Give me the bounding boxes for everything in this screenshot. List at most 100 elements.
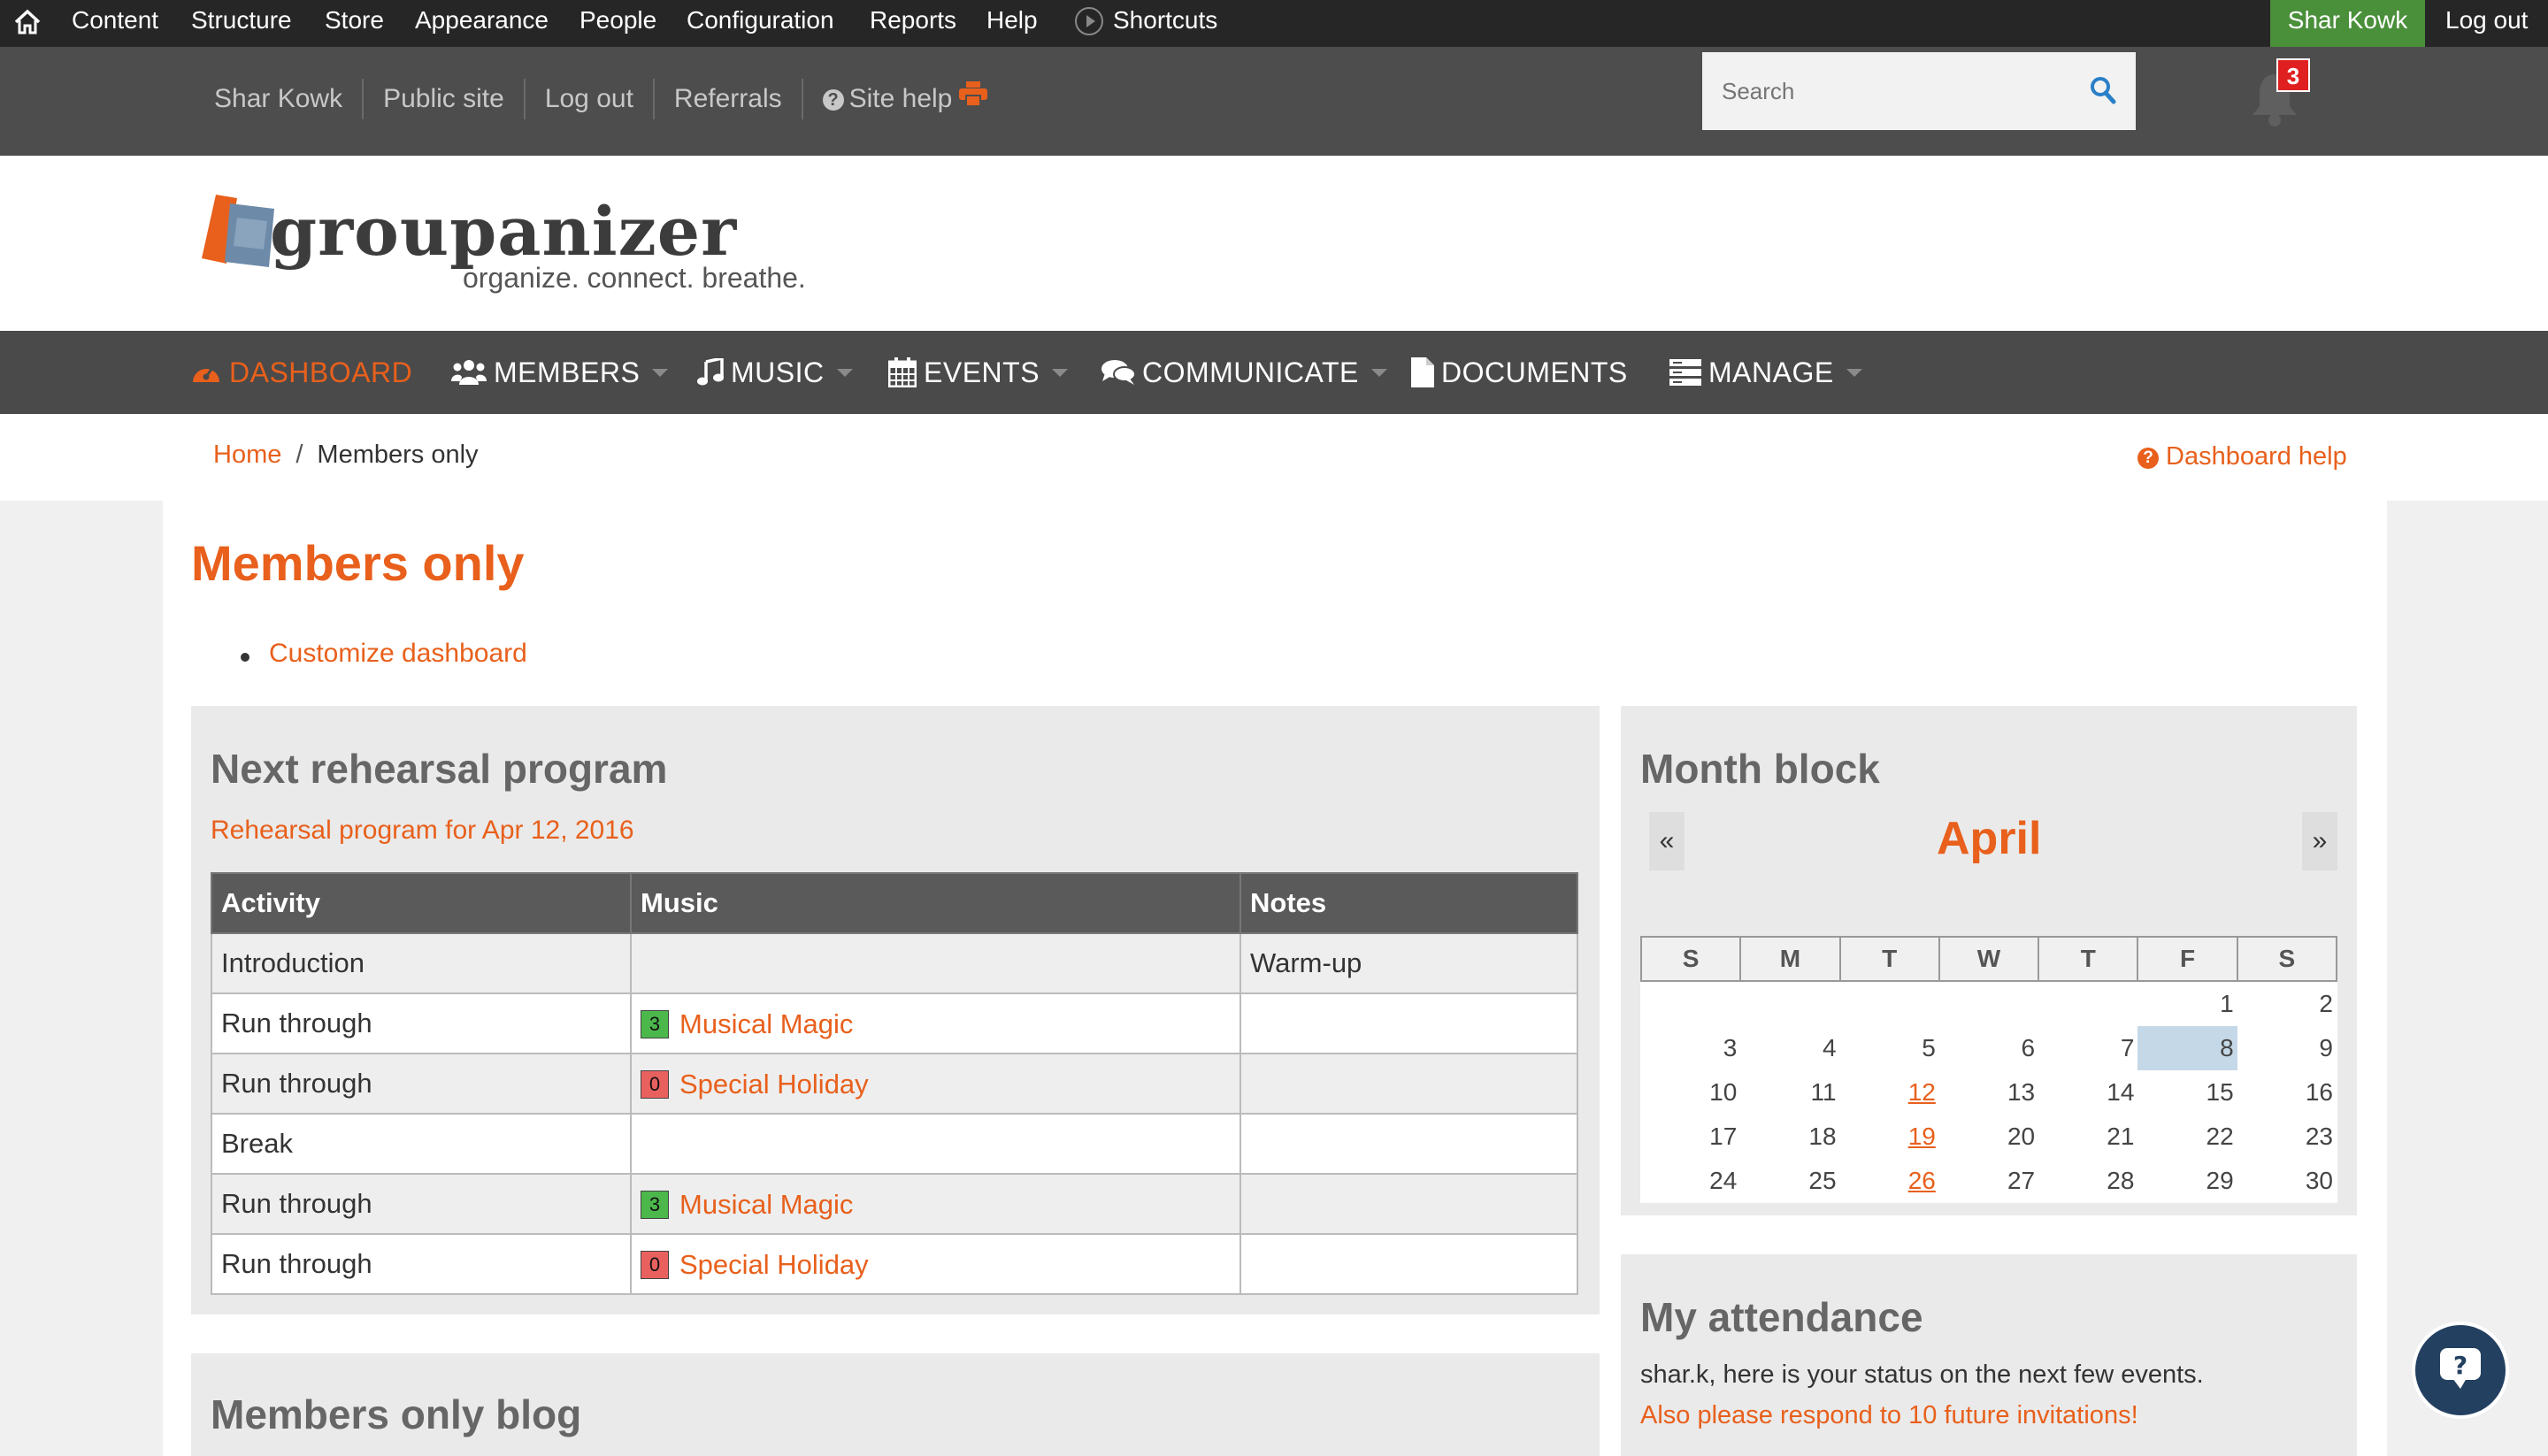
calendar-day: 21 [2107,1123,2135,1150]
calendar-week: 10 11 12 13 14 15 16 [1641,1070,2337,1115]
help-circle-icon: ? [822,89,844,111]
breadcrumb-bar: Home / Members only ? Dashboard help [0,414,2548,501]
calendar-week: 17 18 19 20 21 22 23 [1641,1115,2337,1159]
calendar-day-event-link[interactable]: 19 [1840,1115,1939,1159]
user-profile-link[interactable]: Shar Kowk [214,79,362,119]
public-site-link[interactable]: Public site [362,79,524,119]
nav-manage[interactable]: MANAGE [1669,331,1862,414]
svg-text:?: ? [2453,1351,2467,1380]
admin-menu-content[interactable]: Content [72,6,158,34]
nav-dashboard[interactable]: DASHBOARD [190,331,412,414]
music-cell: 0 Special Holiday [630,1233,1241,1295]
activity-cell: Run through [211,1233,632,1295]
nav-events-label: EVENTS [924,356,1040,388]
blog-block-title: Members only blog [211,1391,582,1437]
column-header-notes: Notes [1239,872,1578,934]
attendance-block-title: My attendance [1640,1294,1923,1340]
admin-menu-help[interactable]: Help [986,6,1038,34]
rehearsal-program-link[interactable]: Rehearsal program for Apr 12, 2016 [211,816,634,846]
calendar-prev-button[interactable]: « [1649,812,1685,870]
breadcrumb-home-link[interactable]: Home [213,441,281,469]
admin-menu-reports[interactable]: Reports [870,6,956,34]
column-header-music: Music [630,872,1241,934]
column-header-activity: Activity [211,872,632,934]
admin-menu-shortcuts[interactable]: Shortcuts [1113,6,1217,34]
admin-toolbar: Content Structure Store Appearance Peopl… [0,0,2548,47]
site-help-link[interactable]: ? Site help [801,79,972,119]
calendar-day-event-link[interactable]: 26 [1840,1159,1939,1203]
calendar-day [1840,981,1939,1026]
nav-music-label: MUSIC [731,356,825,388]
calendar-day: 23 [2305,1123,2333,1150]
calendar-day-today: 8 [2137,1026,2237,1070]
breadcrumb-separator: / [295,441,303,469]
bullet [241,653,249,662]
weekday-header: T [1838,936,1940,982]
activity-cell: Run through [211,992,632,1054]
music-cell: 3 Musical Magic [630,1173,1241,1235]
chevron-down-icon [1370,368,1387,377]
calendar-day: 9 [2319,1034,2333,1061]
music-link[interactable]: Special Holiday [679,1249,869,1280]
help-circle-icon: ? [2137,448,2159,469]
admin-logout-link[interactable]: Log out [2445,6,2528,34]
chevron-down-icon [652,368,669,377]
dashboard-help-link[interactable]: ? Dashboard help [2137,442,2347,471]
calendar-week: 1 2 [1641,981,2337,1026]
weekday-header: T [2038,936,2139,982]
calendar-day: 18 [1808,1123,1837,1150]
logout-link[interactable]: Log out [523,79,653,119]
nav-events[interactable]: EVENTS [888,331,1069,414]
groupanizer-logo-mark[interactable] [202,195,276,269]
calendar-day: 2 [2319,990,2333,1017]
calendar-day [2038,981,2137,1026]
notes-cell: Warm-up [1239,932,1578,994]
help-chat-button[interactable]: ? [2412,1322,2509,1419]
home-icon[interactable] [12,7,42,37]
chat-bubbles-icon [1101,360,1135,385]
print-icon[interactable] [959,81,987,106]
search-icon[interactable] [2090,76,2116,104]
music-cell [630,932,1241,994]
nav-communicate[interactable]: COMMUNICATE [1101,331,1387,414]
calendar-day [1939,981,2038,1026]
weekday-header: F [2137,936,2238,982]
calendar-day: 27 [2007,1167,2036,1194]
table-row: Run through 0 Special Holiday [211,1053,1578,1115]
activity-cell: Break [211,1113,632,1175]
calendar-day: 30 [2305,1167,2333,1194]
customize-dashboard-link[interactable]: Customize dashboard [269,639,527,669]
referrals-link[interactable]: Referrals [652,79,802,119]
music-link[interactable]: Special Holiday [679,1069,869,1100]
respond-invitations-link[interactable]: Also please respond to 10 future invitat… [1640,1401,2138,1430]
music-link[interactable]: Musical Magic [679,1189,853,1220]
calendar-day-event-link[interactable]: 12 [1840,1070,1939,1115]
admin-menu-appearance[interactable]: Appearance [415,6,549,34]
calendar-day: 25 [1808,1167,1837,1194]
notification-count-badge[interactable]: 3 [2276,58,2310,92]
rehearsal-table: Activity Music Notes Introduction Warm-u… [211,872,1578,1295]
admin-menu-structure[interactable]: Structure [191,6,292,34]
shortcuts-icon [1075,7,1103,35]
search-box [1702,52,2136,130]
calendar-day [1740,981,1839,1026]
rehearsal-block-title: Next rehearsal program [211,746,668,792]
nav-members[interactable]: MEMBERS [451,331,669,414]
logo-wordmark[interactable]: groupanizer [270,196,737,267]
admin-user-button[interactable]: Shar Kowk [2270,0,2425,47]
nav-documents[interactable]: DOCUMENTS [1411,331,1628,414]
weekday-header: S [1639,936,1742,982]
members-group-icon [451,360,487,385]
calendar-day [1641,981,1740,1026]
calendar-next-button[interactable]: » [2302,812,2337,870]
manage-list-icon [1669,359,1701,386]
calendar-day: 7 [2120,1034,2135,1061]
admin-menu-configuration[interactable]: Configuration [687,6,834,34]
admin-menu-people[interactable]: People [579,6,656,34]
music-link[interactable]: Musical Magic [679,1008,853,1039]
nav-music[interactable]: MUSIC [697,331,853,414]
nav-manage-label: MANAGE [1708,356,1834,388]
search-input[interactable] [1702,52,2074,130]
breadcrumb-current: Members only [317,441,479,469]
admin-menu-store[interactable]: Store [325,6,384,34]
